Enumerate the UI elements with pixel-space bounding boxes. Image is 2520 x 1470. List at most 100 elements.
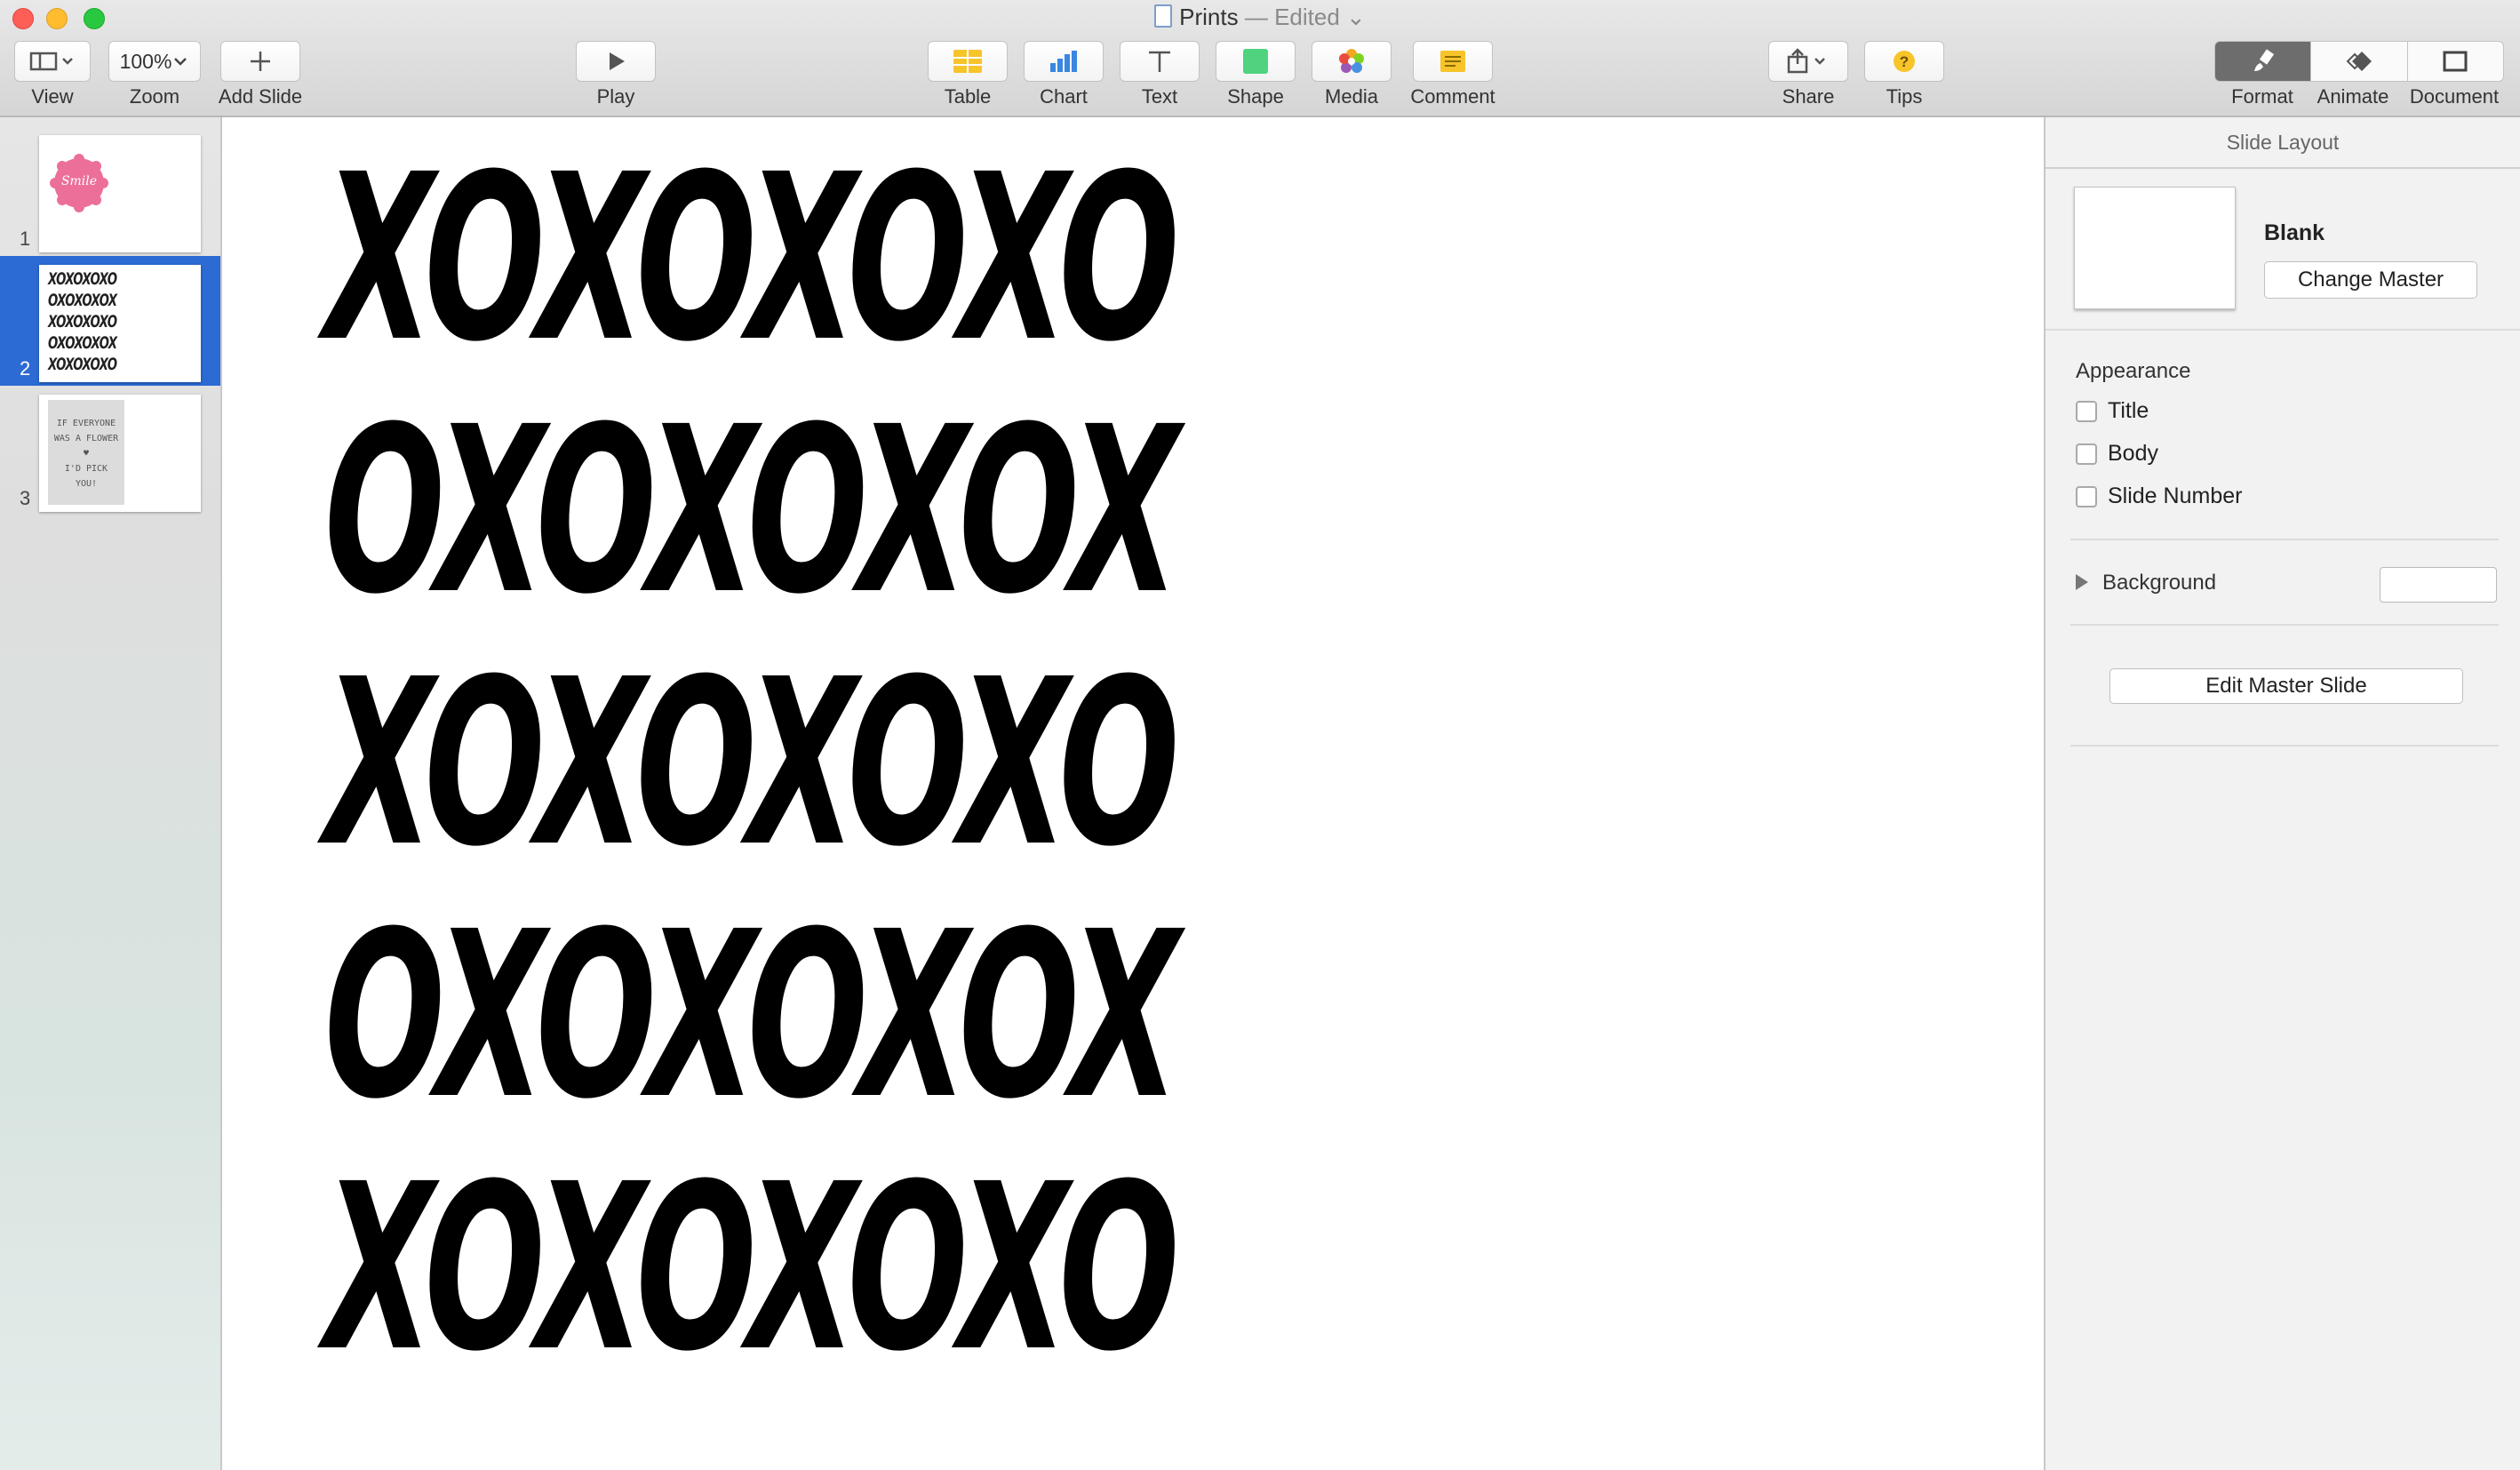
section-divider (2070, 539, 2499, 540)
inspector-segmented-control[interactable] (2214, 41, 2504, 82)
slide-2-preview: XOXOXOXO OXOXOXOX XOXOXOXO OXOXOXOX XOXO… (39, 265, 201, 382)
section-divider (2046, 329, 2520, 331)
slide-thumbnail-3[interactable]: IF EVERYONE WAS A FLOWER ♥ I'D PICK YOU!… (0, 386, 220, 515)
shape-label: Shape (1227, 85, 1284, 108)
change-master-label: Change Master (2297, 268, 2444, 292)
edited-status[interactable]: — Edited (1245, 4, 1340, 30)
slide-number-3: 3 (20, 487, 31, 509)
animate-tab[interactable] (2311, 42, 2408, 81)
body-option[interactable]: Body (2076, 441, 2158, 467)
slide-number-checkbox[interactable] (2076, 485, 2097, 507)
text-icon (1149, 51, 1170, 72)
play-label: Play (596, 85, 635, 108)
chart-button[interactable] (1024, 41, 1104, 82)
zoom-label: Zoom (129, 85, 180, 108)
paintbrush-icon (2253, 49, 2274, 71)
add-slide-label: Add Slide (218, 85, 303, 108)
zoom-popup[interactable]: 100% (108, 41, 201, 82)
edit-master-slide-label: Edit Master Slide (2205, 674, 2367, 698)
question-mark-icon: ? (1894, 51, 1915, 72)
slide-text-line[interactable]: XOXOXOXO (324, 649, 1180, 878)
slide-number-2: 2 (20, 357, 31, 379)
slide-number-1: 1 (20, 228, 31, 250)
thumb-line: XOXOXOXO (48, 312, 117, 332)
change-master-button[interactable]: Change Master (2264, 261, 2477, 299)
master-slide-thumbnail[interactable] (2074, 187, 2236, 309)
slide-text-line[interactable]: OXOXOXOX (324, 396, 1180, 626)
chart-label: Chart (1040, 85, 1088, 108)
slide-text-line[interactable]: XOXOXOXO (324, 144, 1180, 373)
slide-text-line[interactable]: OXOXOXOX (324, 901, 1180, 1130)
title-option[interactable]: Title (2076, 398, 2149, 424)
view-label: View (31, 85, 74, 108)
tips-label: Tips (1886, 85, 1923, 108)
plus-icon (251, 52, 270, 71)
body-option-label: Body (2108, 441, 2158, 466)
slide-canvas[interactable]: XOXOXOXO OXOXOXOX XOXOXOXO OXOXOXOX XOXO… (222, 117, 2044, 1470)
animate-label: Animate (2317, 85, 2389, 108)
appearance-title: Appearance (2076, 359, 2191, 383)
comment-label: Comment (1410, 85, 1495, 108)
document-name: Prints (1179, 4, 1239, 30)
inspector-header: Slide Layout (2046, 117, 2520, 169)
slide-thumbnail-1[interactable]: Smile 1 (0, 126, 220, 256)
thumb-line: XOXOXOXO (48, 269, 117, 289)
slide-number-option-label: Slide Number (2108, 483, 2243, 508)
thumb-line: ♥ (83, 449, 90, 459)
shape-button[interactable] (1216, 41, 1296, 82)
thumb-line: OXOXOXOX (48, 333, 117, 353)
slide-3-print-image: IF EVERYONE WAS A FLOWER ♥ I'D PICK YOU! (48, 400, 124, 505)
slide-number-option[interactable]: Slide Number (2076, 483, 2242, 509)
document-label: Document (2409, 85, 2500, 108)
body-checkbox[interactable] (2076, 443, 2097, 465)
section-divider (2070, 745, 2499, 747)
slide-text-line[interactable]: XOXOXOXO (324, 1154, 1180, 1383)
zoom-value: 100% (119, 49, 172, 73)
slide-thumbnail-2[interactable]: XOXOXOXO OXOXOXOX XOXOXOXO OXOXOXOX XOXO… (0, 256, 220, 386)
table-button[interactable] (928, 41, 1008, 82)
view-button[interactable] (14, 41, 91, 82)
window-title: Prints — Edited ⌄ (0, 4, 2520, 31)
bar-chart-icon (1050, 51, 1077, 72)
disclosure-triangle-icon[interactable] (2076, 574, 2088, 590)
square-shape-icon (1243, 49, 1268, 74)
sidebar-layout-icon (29, 52, 73, 71)
media-button[interactable] (1312, 41, 1392, 82)
slide-3-preview: IF EVERYONE WAS A FLOWER ♥ I'D PICK YOU! (39, 395, 201, 512)
comment-note-icon (1440, 51, 1465, 72)
title-bar: Prints — Edited ⌄ View 100% Zoom Add Sli… (0, 0, 2520, 117)
add-slide-button[interactable] (220, 41, 300, 82)
media-label: Media (1325, 85, 1378, 108)
keynote-document-icon (1154, 4, 1173, 28)
animate-diamond-icon (2346, 52, 2372, 71)
section-divider (2070, 624, 2499, 626)
slide-navigator: Smile 1 XOXOXOXO OXOXOXOX XOXOXOXO OXOXO… (0, 117, 222, 1470)
title-checkbox[interactable] (2076, 400, 2097, 422)
document-tab[interactable] (2408, 42, 2503, 81)
table-label: Table (944, 85, 992, 108)
slide-1-preview: Smile (39, 135, 201, 252)
comment-button[interactable] (1413, 41, 1493, 82)
slide-layout-title: Slide Layout (2226, 130, 2340, 154)
master-name: Blank (2264, 220, 2325, 245)
chevron-down-icon[interactable]: ⌄ (1340, 4, 1366, 30)
text-button[interactable] (1120, 41, 1200, 82)
edit-master-slide-button[interactable]: Edit Master Slide (2109, 668, 2463, 704)
chevron-down-icon (174, 58, 187, 66)
background-color-well[interactable] (2380, 567, 2497, 603)
slide-1-text: Smile (60, 174, 98, 188)
format-inspector: Slide Layout Blank Change Master Appeara… (2044, 117, 2520, 1470)
share-label: Share (1782, 85, 1835, 108)
document-icon (2443, 51, 2468, 72)
photos-flower-icon (1339, 49, 1364, 73)
share-button[interactable] (1768, 41, 1848, 82)
thumb-line: OXOXOXOX (48, 291, 117, 310)
table-icon (953, 50, 982, 73)
play-button[interactable] (576, 41, 656, 82)
tips-button[interactable]: ? (1864, 41, 1944, 82)
title-option-label: Title (2108, 398, 2149, 423)
format-tab[interactable] (2215, 42, 2312, 81)
smile-flower-graphic (50, 154, 108, 212)
thumb-line: XOXOXOXO (48, 355, 117, 374)
background-label[interactable]: Background (2102, 571, 2216, 595)
